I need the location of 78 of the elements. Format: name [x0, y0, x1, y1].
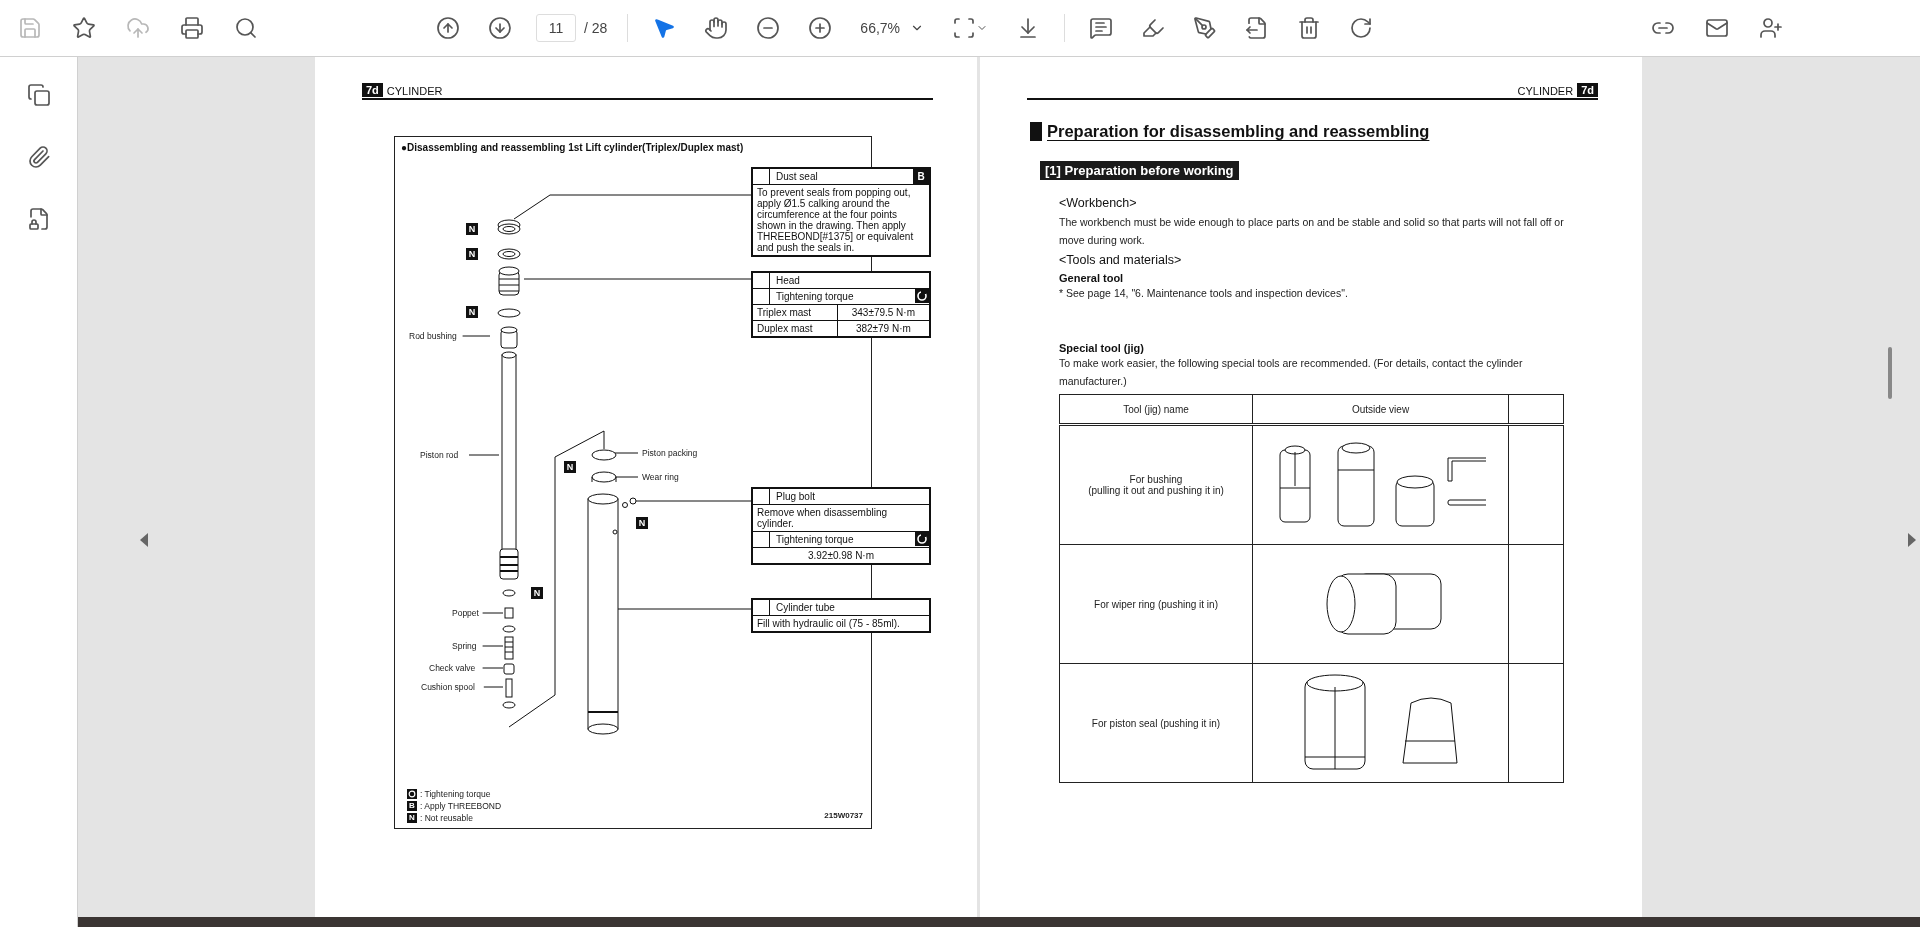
legend-symbol: N: [407, 813, 417, 823]
threebond-badge: B: [913, 169, 929, 184]
leader-line: [468, 454, 500, 456]
not-reusable-mark: N: [564, 461, 576, 473]
zoom-dropdown[interactable]: 66,7%: [856, 16, 929, 40]
frame-icon: [952, 16, 977, 40]
paragraph: The workbench must be wide enough to place parts on and be stable and solid so that parts will not fall off or move during work.: [1059, 215, 1565, 248]
callout-subtitle: Tightening torque: [775, 290, 855, 304]
part-label: Piston packing: [642, 448, 698, 458]
not-reusable-mark: N: [531, 587, 543, 599]
callout-text: Fill with hydraulic oil (75 - 85ml).: [756, 617, 901, 631]
callout-title: Cylinder tube: [775, 601, 836, 615]
part-label: Spring: [452, 641, 477, 651]
page-number-field[interactable]: 11: [536, 14, 576, 42]
cloud-upload-icon: [126, 16, 150, 40]
not-reusable-mark: N: [466, 306, 478, 318]
not-reusable-mark: N: [466, 223, 478, 235]
not-reusable-mark: N: [636, 517, 648, 529]
part-label: Wear ring: [642, 472, 679, 482]
subheading: <Workbench>: [1059, 196, 1138, 210]
callout-title: Plug bolt: [775, 490, 816, 504]
hand-icon: [704, 16, 729, 40]
diagram-title: ●Disassembling and reassembling 1st Lift cylinder(Triplex/Duplex mast): [401, 142, 744, 153]
leader-line: [482, 667, 504, 669]
torque-icon: [407, 789, 417, 799]
page-heading: Preparation for disassembling and reassembling: [1030, 122, 1430, 141]
drawing-code: 215W0737: [824, 811, 863, 820]
page-header-title: CYLINDER: [386, 85, 443, 97]
leader-line: [614, 476, 639, 478]
chapter-tag: 7d: [1577, 83, 1598, 97]
part-label: Check valve: [429, 663, 476, 673]
part-label: Poppet: [452, 608, 479, 618]
table-cell: For wiper ring (pushing it in): [1059, 544, 1253, 664]
column-header: Tool (jig) name: [1059, 394, 1253, 425]
table-cell: For bushing (pulling it out and pushing it in): [1059, 424, 1253, 545]
callout-text: Remove when disassembling cylinder.: [756, 506, 889, 531]
table-cell: 382±79 N·m: [836, 321, 929, 336]
star-icon: [72, 16, 96, 40]
page-header-title: CYLINDER: [1517, 85, 1574, 97]
highlighter-icon: [1141, 16, 1166, 40]
leader-line: [482, 612, 504, 614]
legend-symbol: B: [407, 801, 417, 811]
table-cell-text: Triplex mast: [756, 306, 813, 320]
part-label: Cushion spool: [421, 682, 475, 692]
part-label: Piston rod: [420, 450, 459, 460]
part-label: Rod bushing: [409, 331, 457, 341]
torque-value: 3.92±0.98 N·m: [806, 549, 876, 563]
legend-text: : Tightening torque: [420, 789, 491, 799]
collapse-arrow-icon[interactable]: [140, 533, 148, 547]
search-icon: [234, 16, 258, 40]
table-cell: For piston seal (pushing it in): [1059, 663, 1253, 783]
expand-arrow-icon[interactable]: [1908, 533, 1916, 547]
column-header: Outside view: [1252, 394, 1509, 425]
callout-text: To prevent seals from popping out, apply Ø1.5 calking around the circumference at the four points shown in the drawing. Then apply THREEBOND[#1375] or equivalent and push the seals in.: [756, 186, 915, 255]
label: Special tool (jig): [1059, 342, 1145, 354]
label: General tool: [1059, 272, 1125, 284]
printer-icon: [180, 16, 204, 40]
pointer-icon: [652, 16, 677, 40]
table-cell: 343±79.5 N·m: [836, 305, 929, 320]
leader-line: [482, 645, 504, 647]
section-heading: [1] Preparation before working: [1040, 161, 1239, 180]
paragraph: To make work easier, the following special tools are recommended. (For details, contact the cylinder manufacturer.): [1059, 356, 1524, 389]
leader-line: [614, 452, 639, 454]
save-icon: [18, 16, 42, 40]
leader-line: [483, 686, 504, 688]
table-cell-text: Duplex mast: [756, 322, 814, 336]
page-total: / 28: [584, 20, 608, 36]
leader-line: [462, 335, 491, 337]
scrollbar-thumb[interactable]: [1888, 347, 1892, 399]
callout-title: Head: [775, 274, 801, 288]
callout-subtitle: Tightening torque: [775, 533, 855, 547]
chapter-tag: 7d: [362, 83, 383, 97]
paragraph: * See page 14, "6. Maintenance tools and inspection devices".: [1059, 286, 1349, 301]
not-reusable-mark: N: [466, 248, 478, 260]
callout-title: Dust seal: [775, 170, 819, 184]
legend-text: : Apply THREEBOND: [420, 801, 502, 811]
legend-text: : Not reusable: [420, 813, 473, 823]
subheading: <Tools and materials>: [1059, 253, 1183, 267]
